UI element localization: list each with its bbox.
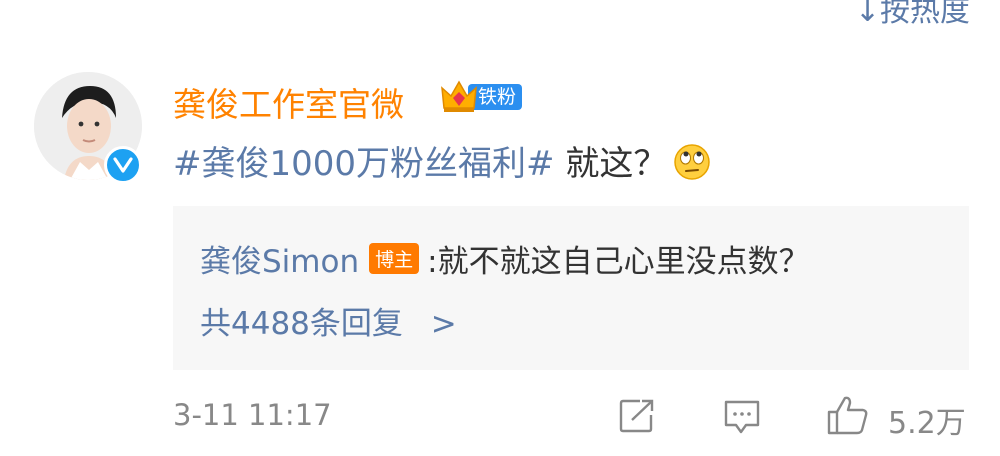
reply-count: 共4488条回复 [200,306,403,342]
comment-text: #龚俊1000万粉丝福利# 就这？ [173,136,711,190]
reply-preview-box[interactable]: 龚俊Simon 博主:就不就这自己心里没点数？ 共4488条回复 > [173,206,969,370]
reply-line: 龚俊Simon 博主:就不就这自己心里没点数？ [200,236,810,281]
blogger-badge: 博主 [369,243,420,274]
view-replies-link[interactable]: 共4488条回复 > [200,298,457,343]
like-count: 5.2万 [888,406,966,441]
reply-author[interactable]: 龚俊Simon [200,244,359,280]
timestamp: 3-11 11:17 [173,398,332,432]
crown-icon [441,80,477,112]
share-icon[interactable] [618,398,658,438]
verified-badge-icon [104,146,142,184]
reply-text: :就不就这自己心里没点数？ [427,244,810,280]
comment-icon[interactable] [722,398,762,442]
sort-by-hot-label[interactable]: ↓按热度 [855,0,970,30]
hashtag-link[interactable]: #龚俊1000万粉丝福利# [173,144,555,184]
username[interactable]: 龚俊工作室官微 [173,78,404,126]
chevron-right-icon: > [430,306,457,342]
like-thumbs-up-icon[interactable] [826,394,870,440]
comment-body: 就这？ [554,144,668,184]
eye-roll-emoji-icon [673,143,711,190]
